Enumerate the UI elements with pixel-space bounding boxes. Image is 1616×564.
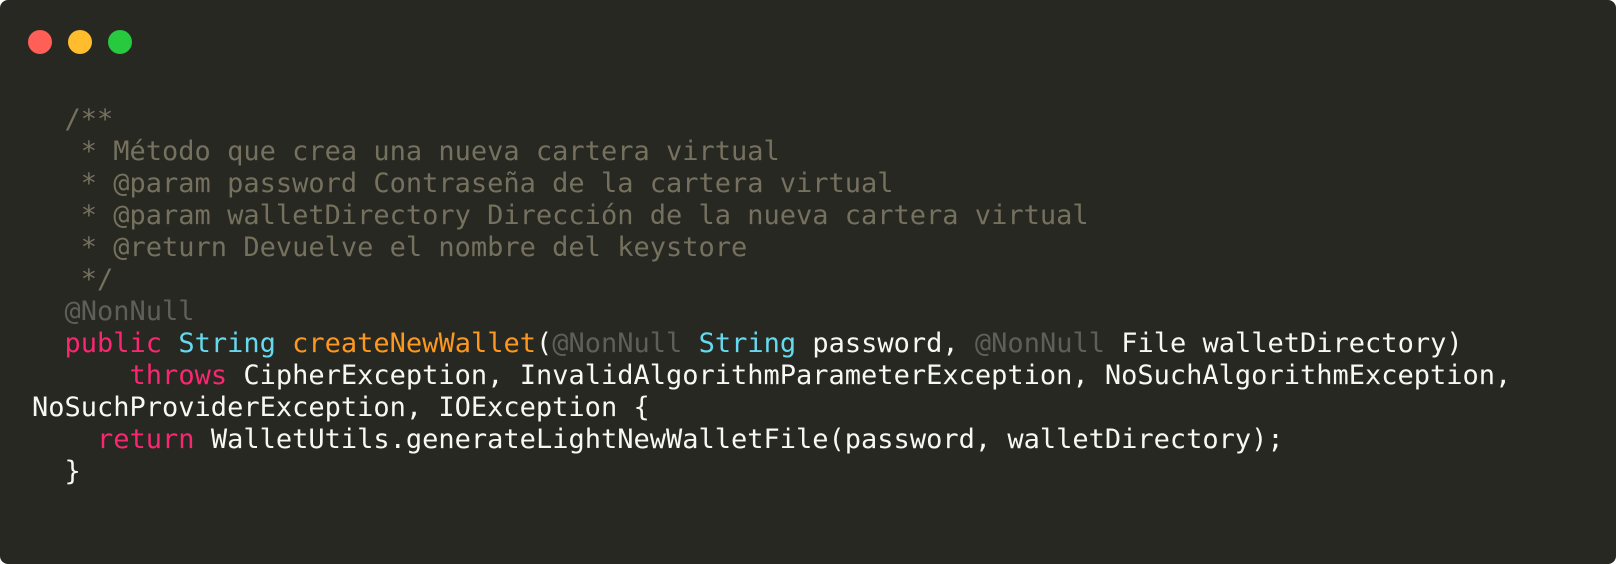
token-comment: * @param walletDirectory Dirección de la… [32, 200, 1089, 231]
token-code-text [32, 424, 97, 455]
token-keyword: throws [129, 360, 228, 391]
token-code-text [276, 328, 292, 359]
window-titlebar [28, 29, 148, 55]
token-code-text: NoSuchProviderException, IOException { [32, 392, 650, 423]
token-comment: * @param password Contraseña de la carte… [32, 168, 894, 199]
token-annotation: @NonNull [32, 296, 195, 327]
close-button[interactable] [28, 30, 52, 54]
token-keyword: return [97, 424, 195, 455]
token-type: String [178, 328, 276, 359]
code-line: * @param password Contraseña de la carte… [32, 168, 1511, 200]
token-function-name: createNewWallet [292, 328, 536, 359]
token-keyword: public [64, 328, 163, 359]
code-line: return WalletUtils.generateLightNewWalle… [32, 424, 1511, 456]
token-code-text: } [32, 456, 81, 487]
token-comment: * @return Devuelve el nombre del keystor… [32, 232, 748, 263]
code-line: /** [32, 104, 1511, 136]
code-line: * Método que crea una nueva cartera virt… [32, 136, 1511, 168]
code-line: * @return Devuelve el nombre del keystor… [32, 232, 1511, 264]
token-annotation: @NonNull [974, 328, 1105, 359]
token-type: String [698, 328, 797, 359]
code-line: throws CipherException, InvalidAlgorithm… [32, 360, 1512, 392]
token-code-text [32, 360, 130, 391]
code-line: */ [32, 264, 1511, 296]
token-code-text [32, 328, 65, 359]
token-code-text [682, 328, 698, 359]
token-code-text: ( [535, 328, 553, 359]
code-line: public String createNewWallet(@NonNull S… [32, 328, 1511, 360]
minimize-button[interactable] [68, 30, 92, 54]
token-code-text: File walletDirectory) [1104, 328, 1463, 359]
code-block: /** * Método que crea una nueva cartera … [32, 104, 1511, 488]
token-comment: /** [32, 104, 114, 135]
code-line: * @param walletDirectory Dirección de la… [32, 200, 1511, 232]
token-code-text: WalletUtils.generateLightNewWalletFile(p… [194, 424, 1284, 455]
code-line: NoSuchProviderException, IOException { [32, 392, 1511, 424]
code-line: @NonNull [32, 296, 1511, 328]
maximize-button[interactable] [108, 30, 132, 54]
code-line: } [32, 456, 1511, 488]
token-comment: */ [32, 264, 114, 295]
token-code-text: password, [796, 328, 975, 359]
token-code-text [162, 328, 178, 359]
token-comment: * Método que crea una nueva cartera virt… [32, 136, 780, 167]
token-annotation: @NonNull [552, 328, 683, 359]
code-window: /** * Método que crea una nueva cartera … [0, 0, 1616, 564]
token-code-text: CipherException, InvalidAlgorithmParamet… [227, 360, 1512, 391]
